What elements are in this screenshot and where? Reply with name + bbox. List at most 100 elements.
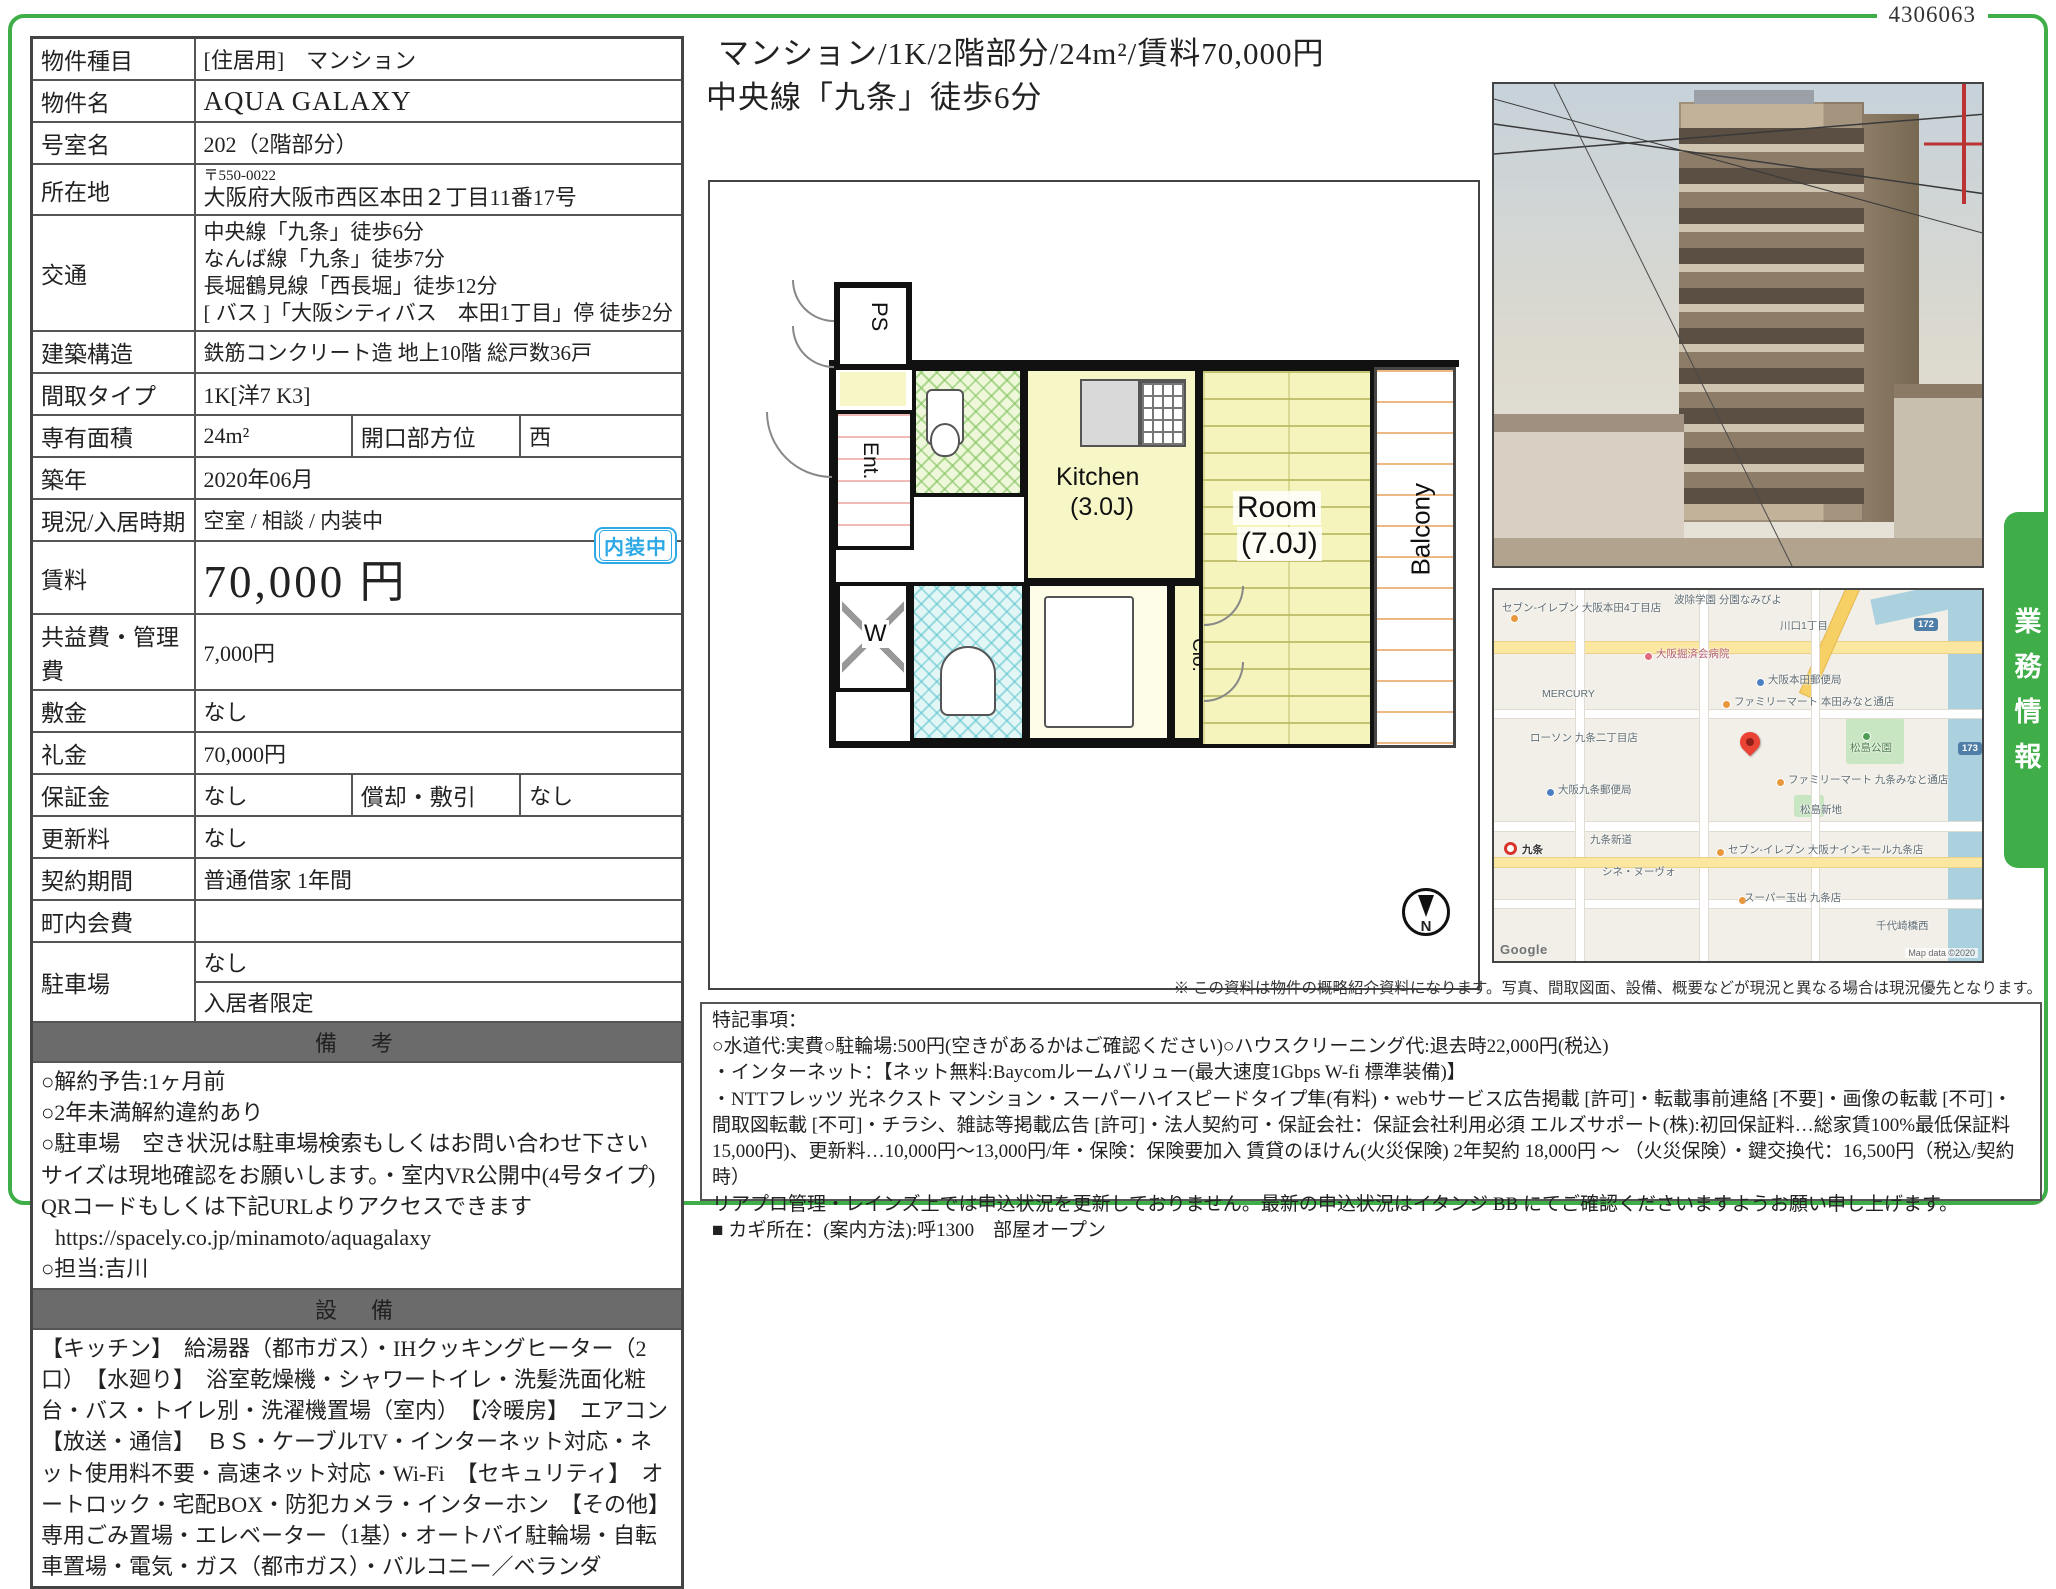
row-label: 号室名 — [32, 122, 195, 164]
map-label: 波除学園 分園なみびよ — [1674, 594, 1782, 606]
poi-marker — [1722, 700, 1731, 709]
table-row: 号室名 202（2階部分） — [32, 122, 683, 164]
row-label: 契約期間 — [32, 858, 195, 900]
access-line: 中央線「九条」徒歩6分 — [204, 219, 673, 246]
row-value: 202（2階部分） — [195, 122, 683, 164]
map-label: 大阪九条郵便局 — [1558, 784, 1632, 796]
bath-inner — [1044, 596, 1134, 728]
sink-icon — [1080, 379, 1140, 447]
map-label: ファミリーマート 九条みなと通店 — [1788, 774, 1948, 786]
remarks-header-row: 備 考 — [32, 1022, 683, 1062]
map-label: 松島新地 — [1800, 804, 1842, 816]
compass-needle — [1418, 895, 1434, 917]
access-line: なんば線「九条」徒歩7分 — [204, 246, 673, 273]
row-label: 町内会費 — [32, 900, 195, 942]
ps-room: PS — [834, 282, 912, 370]
row-value: 入居者限定 — [195, 982, 683, 1022]
postal-code: 〒550-0022 — [204, 168, 673, 185]
google-logo: Google — [1500, 942, 1548, 957]
row-label: 保証金 — [32, 774, 195, 816]
table-row: 更新料 なし — [32, 816, 683, 858]
table-row: 契約期間 普通借家 1年間 — [32, 858, 683, 900]
row-value: なし — [195, 816, 683, 858]
floorplan-drawing: PS Ent. W Kitchen (3.0J) — [774, 332, 1454, 762]
summary-line-1: マンション/1K/2階部分/24m²/賃料70,000円 — [718, 28, 1325, 73]
row-value: 鉄筋コンクリート造 地上10階 総戸数36戸 — [195, 331, 683, 373]
notes-title: 特記事項： — [712, 1008, 2030, 1034]
entrance-label: Ent. — [858, 442, 882, 479]
compass-icon: N — [1402, 888, 1450, 936]
map-label: シネ・ヌーヴォ — [1602, 866, 1676, 878]
door-arc — [792, 326, 834, 368]
equipment-header: 設 備 — [32, 1289, 683, 1329]
washer-place: W — [836, 582, 910, 692]
row-label: 駐車場 — [32, 942, 195, 1022]
row-label: 建築構造 — [32, 331, 195, 373]
row-value: なし — [195, 774, 352, 816]
map-road — [1494, 710, 1984, 718]
row-label: 所在地 — [32, 164, 195, 215]
access-line: [ バス ]「大阪シティバス 本田1丁目」停 徒歩2分 — [204, 300, 673, 327]
poi-marker — [1510, 614, 1519, 623]
station-icon — [1504, 842, 1517, 855]
access-line: 長堀鶴見線「西長堀」徒歩12分 — [204, 273, 673, 300]
map-label: 大阪本田郵便局 — [1768, 674, 1842, 686]
row-value: AQUA GALAXY — [195, 80, 683, 122]
property-table: 物件種目 [住居用] マンション 物件名 AQUA GALAXY 号室名 202… — [30, 36, 684, 1589]
storage-strip — [840, 372, 906, 406]
map-label: セブン-イレブン 大阪ナインモール九条店 — [1728, 844, 1923, 856]
poi-marker — [1644, 652, 1653, 661]
address-text: 大阪府大阪市西区本田２丁目11番17号 — [204, 185, 673, 211]
table-row: 町内会費 — [32, 900, 683, 942]
remarks-body: ○解約予告:1ヶ月前 ○2年未満解約違約あり ○駐車場 空き状況は駐車場検索もし… — [32, 1062, 683, 1289]
route-shield: 173 — [1958, 742, 1982, 755]
notes-line: リアプロ管理・レインズ上では申込状況を更新しておりません。最新の申込状況はイタン… — [712, 1192, 2030, 1218]
map-label: 千代崎橋西 — [1876, 920, 1929, 932]
interior-work-badge-text: 内装中 — [599, 530, 672, 561]
door-arc — [766, 412, 832, 478]
row-value: 70,000円 — [195, 732, 683, 774]
map-road — [1576, 590, 1584, 963]
entrance: Ent. — [834, 410, 914, 550]
rent-amount: 70,000 円 — [204, 557, 408, 607]
row-subvalue: 西 — [520, 415, 682, 457]
map-label: 九条新道 — [1590, 834, 1632, 846]
poi-marker — [1716, 848, 1725, 857]
row-label: 交通 — [32, 215, 195, 331]
route-shield: 172 — [1914, 618, 1938, 631]
row-label: 更新料 — [32, 816, 195, 858]
map-main-road — [1494, 642, 1984, 653]
row-value: 〒550-0022 大阪府大阪市西区本田２丁目11番17号 — [195, 164, 683, 215]
remarks-line: ○解約予告:1ヶ月前 — [41, 1066, 673, 1097]
kitchen-size-label: (3.0J) — [1070, 493, 1134, 522]
table-row: 賃料 70,000 円 内装中 — [32, 541, 683, 614]
room-label: Room — [1233, 491, 1321, 525]
building-photo — [1492, 82, 1984, 568]
kitchen-room: Kitchen (3.0J) — [1024, 367, 1199, 582]
row-value: 2020年06月 — [195, 457, 683, 499]
map-label: 大阪掘済会病院 — [1656, 648, 1730, 660]
table-row: 共益費・管理費 7,000円 — [32, 614, 683, 690]
map-label-station: 九条 — [1522, 844, 1543, 856]
door-arc — [792, 280, 834, 322]
ps-label: PS — [866, 302, 892, 331]
row-value: 1K[洋7 K3] — [195, 373, 683, 415]
notes-line: ○水道代:実費○駐輪場:500円(空きがあるかはご確認ください)○ハウスクリーニ… — [712, 1034, 2030, 1060]
document-number: 4306063 — [1877, 2, 1989, 28]
bathtub-icon — [940, 646, 996, 716]
row-label: 築年 — [32, 457, 195, 499]
row-value: 24m² — [195, 415, 352, 457]
row-sublabel: 償却・敷引 — [352, 774, 520, 816]
remarks-line: ○駐車場 空き状況は駐車場検索もしくはお問い合わせ下さい サイズは現地確認をお願… — [41, 1128, 673, 1222]
notes-line: ■ カギ所在：(案内方法):呼1300 部屋オープン — [712, 1218, 2030, 1244]
table-row: 専有面積 24m² 開口部方位 西 — [32, 415, 683, 457]
row-value: なし — [195, 690, 683, 732]
map-label: スーパー玉出 九条店 — [1744, 892, 1841, 904]
table-row: 物件種目 [住居用] マンション — [32, 38, 683, 81]
map-label: 松島公園 — [1850, 742, 1892, 754]
row-label: 物件種目 — [32, 38, 195, 81]
compass-n: N — [1421, 918, 1432, 935]
map-label: 川口1丁目 — [1780, 620, 1828, 632]
poi-marker — [1776, 778, 1785, 787]
table-row: 築年 2020年06月 — [32, 457, 683, 499]
